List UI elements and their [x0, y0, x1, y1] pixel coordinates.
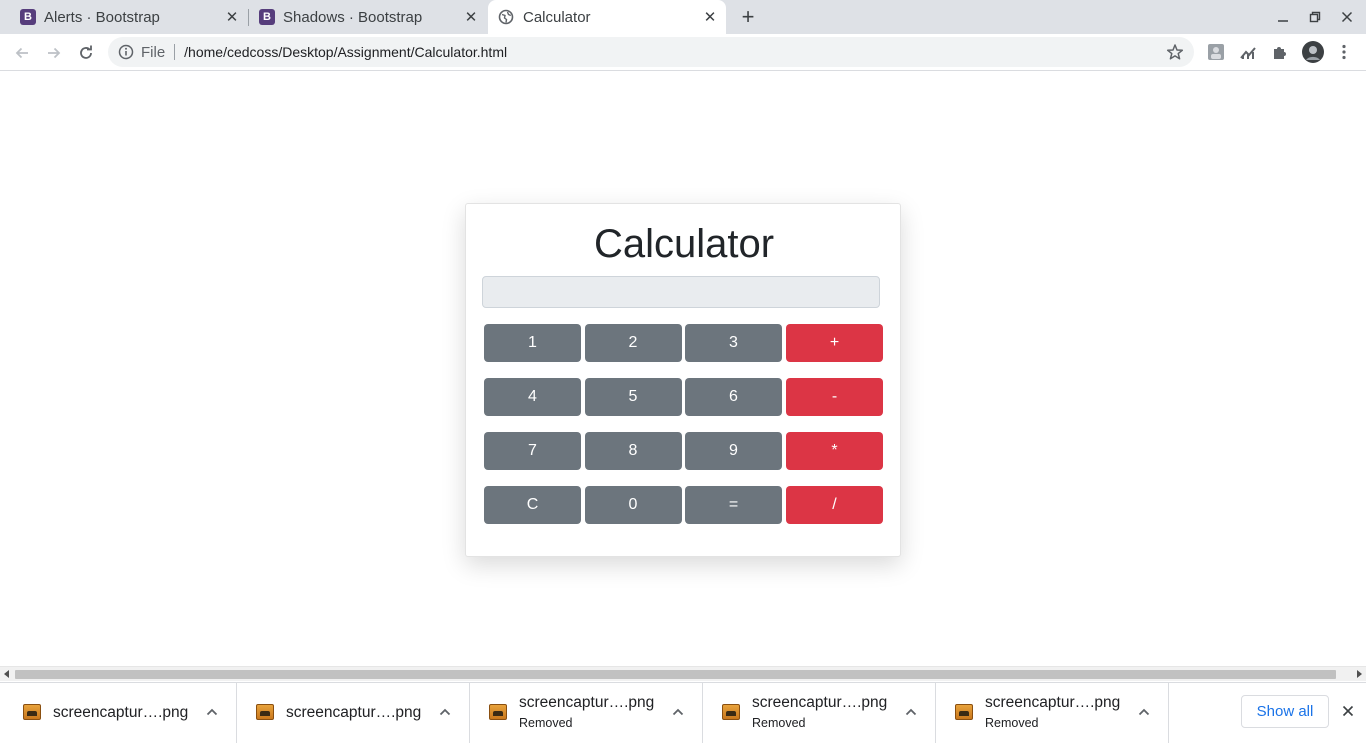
- browser-toolbar: File /home/cedcoss/Desktop/Assignment/Ca…: [0, 34, 1366, 71]
- download-filename: screencaptur….png: [519, 694, 655, 711]
- bookmark-star-icon[interactable]: [1166, 43, 1184, 61]
- key-button[interactable]: 5: [584, 378, 682, 416]
- bootstrap-favicon-icon: B: [259, 9, 275, 25]
- restore-icon[interactable]: [1305, 7, 1325, 27]
- tab-close-icon[interactable]: ✕: [700, 7, 720, 27]
- chevron-up-icon[interactable]: [1137, 705, 1151, 719]
- forward-arrow-icon: [48, 47, 61, 59]
- profile-avatar[interactable]: [1301, 40, 1325, 64]
- download-item[interactable]: screencaptur….png Removed: [703, 683, 936, 743]
- info-icon[interactable]: [118, 44, 134, 60]
- download-item[interactable]: screencaptur….png: [237, 683, 470, 743]
- scheme-label: File: [141, 43, 166, 61]
- extensions-puzzle-icon[interactable]: [1270, 42, 1290, 62]
- horizontal-scrollbar[interactable]: [0, 666, 1366, 681]
- scrollbar-thumb[interactable]: [15, 670, 1336, 679]
- tab-calculator[interactable]: Calculator ✕: [488, 0, 726, 34]
- address-bar[interactable]: File /home/cedcoss/Desktop/Assignment/Ca…: [108, 37, 1194, 67]
- key-button[interactable]: 2: [584, 324, 682, 362]
- tab-title: Alerts · Bootstrap: [44, 8, 160, 26]
- key-button[interactable]: 0: [584, 486, 682, 524]
- close-shelf-icon[interactable]: [1338, 701, 1358, 721]
- key-button[interactable]: 9: [685, 432, 782, 470]
- key-button[interactable]: +: [786, 324, 883, 362]
- new-tab-button[interactable]: +: [736, 4, 760, 29]
- download-shelf: screencaptur….png screencaptur….png scre…: [0, 682, 1366, 743]
- download-filename: screencaptur….png: [985, 694, 1121, 711]
- download-item[interactable]: screencaptur….png Removed: [470, 683, 703, 743]
- tab-title: Shadows · Bootstrap: [283, 8, 423, 26]
- key-button[interactable]: =: [685, 486, 782, 524]
- download-status: Removed: [752, 716, 806, 730]
- key-button[interactable]: 4: [484, 378, 581, 416]
- image-file-icon: [256, 704, 274, 720]
- extension-profile-icon[interactable]: [1206, 42, 1226, 62]
- tab-close-icon[interactable]: ✕: [222, 7, 242, 27]
- tab-alerts[interactable]: B Alerts · Bootstrap ✕: [10, 0, 248, 34]
- image-file-icon: [722, 704, 740, 720]
- reload-icon: [80, 45, 92, 59]
- chevron-up-icon[interactable]: [671, 705, 685, 719]
- download-status: Removed: [985, 716, 1039, 730]
- download-status: Removed: [519, 716, 573, 730]
- key-button[interactable]: *: [786, 432, 883, 470]
- tab-shadows[interactable]: B Shadows · Bootstrap ✕: [249, 0, 487, 34]
- bootstrap-favicon-icon: B: [20, 9, 36, 25]
- scroll-left-arrow-icon[interactable]: [4, 670, 9, 678]
- url-text[interactable]: /home/cedcoss/Desktop/Assignment/Calcula…: [184, 44, 507, 60]
- globe-icon: [498, 9, 514, 25]
- key-button[interactable]: 3: [685, 324, 782, 362]
- key-button[interactable]: 6: [685, 378, 782, 416]
- key-button[interactable]: 1: [484, 324, 581, 362]
- analytics-extension-icon[interactable]: [1238, 42, 1258, 62]
- tab-title: Calculator: [523, 8, 591, 26]
- menu-kebab-icon[interactable]: [1334, 42, 1354, 62]
- download-item[interactable]: screencaptur….png: [4, 683, 237, 743]
- key-button[interactable]: /: [786, 486, 883, 524]
- download-filename: screencaptur….png: [752, 694, 888, 711]
- key-button[interactable]: 8: [584, 432, 682, 470]
- forward-button[interactable]: [40, 39, 68, 67]
- image-file-icon: [489, 704, 507, 720]
- tab-strip: B Alerts · Bootstrap ✕ B Shadows · Boots…: [0, 0, 1366, 34]
- window-close-icon[interactable]: [1337, 7, 1357, 27]
- minimize-icon[interactable]: [1273, 7, 1293, 27]
- chevron-up-icon[interactable]: [904, 705, 918, 719]
- tab-close-icon[interactable]: ✕: [461, 7, 481, 27]
- chevron-up-icon[interactable]: [438, 705, 452, 719]
- download-filename: screencaptur….png: [53, 704, 189, 721]
- key-button[interactable]: C: [484, 486, 581, 524]
- back-arrow-icon: [15, 47, 28, 59]
- address-divider: [174, 44, 176, 60]
- image-file-icon: [23, 704, 41, 720]
- download-filename: screencaptur….png: [286, 704, 422, 721]
- page-title: Calculator: [593, 222, 775, 266]
- back-button[interactable]: [8, 39, 36, 67]
- image-file-icon: [955, 704, 973, 720]
- calculator-card: Calculator 1 2 3 +4 5 6- 7 8 9 * C 0 = /: [465, 203, 901, 557]
- key-button[interactable]: -: [786, 378, 883, 416]
- reload-button[interactable]: [72, 39, 100, 67]
- show-all-button[interactable]: Show all: [1241, 695, 1329, 728]
- scroll-right-arrow-icon[interactable]: [1357, 670, 1362, 678]
- chevron-up-icon[interactable]: [205, 705, 219, 719]
- download-item[interactable]: screencaptur….png Removed: [936, 683, 1169, 743]
- calculator-display[interactable]: [482, 276, 880, 308]
- key-button[interactable]: 7: [484, 432, 581, 470]
